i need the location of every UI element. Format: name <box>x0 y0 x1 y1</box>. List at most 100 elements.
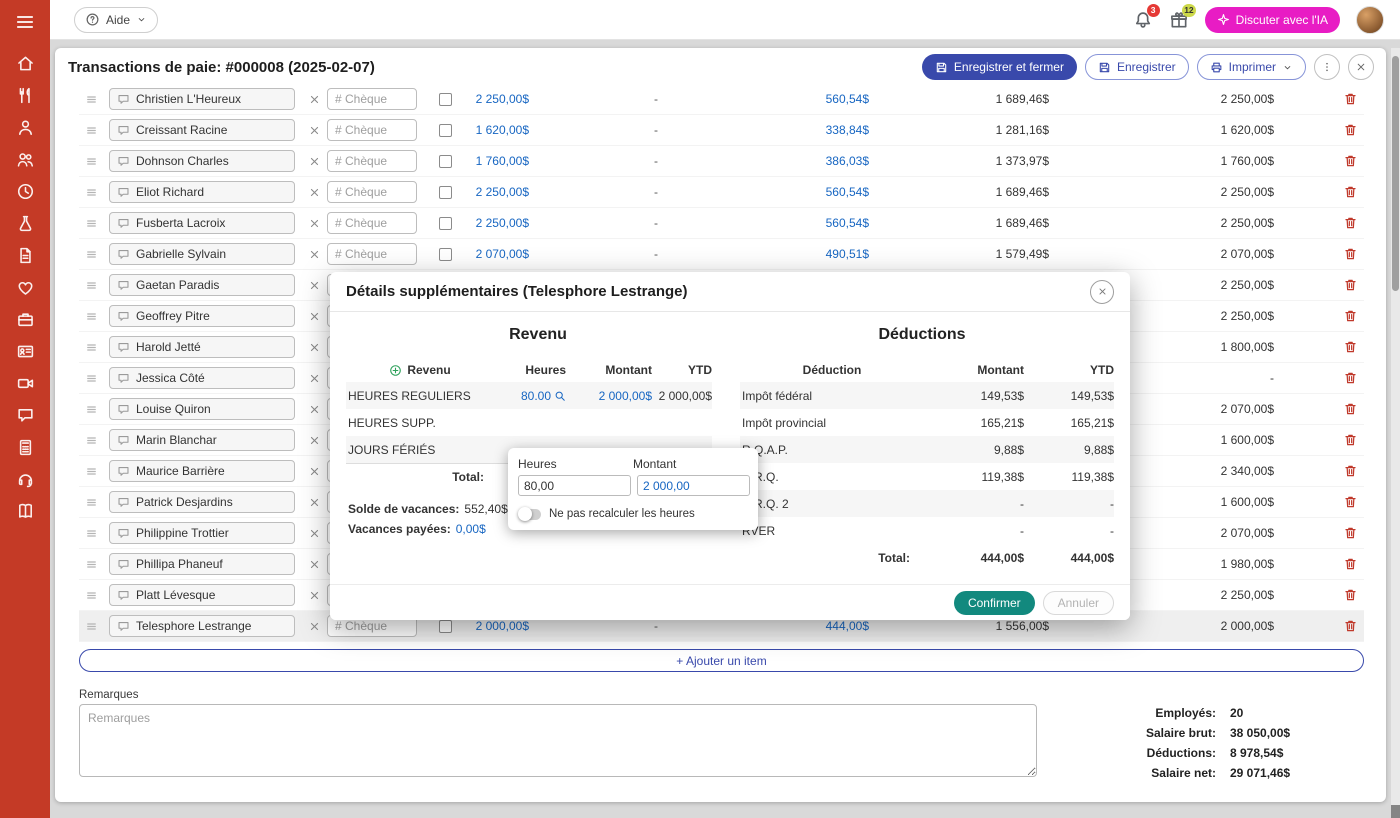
row-checkbox[interactable] <box>439 155 452 168</box>
cheque-number-input[interactable] <box>327 119 417 141</box>
clear-employee-button[interactable] <box>308 217 321 230</box>
drag-handle-icon[interactable] <box>84 557 99 572</box>
employee-name-field[interactable]: Geoffrey Pitre <box>109 305 295 327</box>
delete-row-icon[interactable] <box>1343 618 1358 634</box>
clear-employee-button[interactable] <box>308 372 321 385</box>
delete-row-icon[interactable] <box>1343 370 1358 386</box>
recalc-toggle[interactable] <box>520 509 541 520</box>
delete-row-icon[interactable] <box>1343 215 1358 231</box>
delete-row-icon[interactable] <box>1343 184 1358 200</box>
clear-employee-button[interactable] <box>308 589 321 602</box>
print-button[interactable]: Imprimer <box>1197 54 1306 80</box>
delete-row-icon[interactable] <box>1343 308 1358 324</box>
sidebar-item-heart[interactable] <box>16 278 35 297</box>
drag-handle-icon[interactable] <box>84 402 99 417</box>
more-options-button[interactable] <box>1314 54 1340 80</box>
drag-handle-icon[interactable] <box>84 278 99 293</box>
sidebar-item-calculator[interactable] <box>16 438 35 457</box>
clear-employee-button[interactable] <box>308 620 321 633</box>
sidebar-item-utensils[interactable] <box>16 86 35 105</box>
clear-employee-button[interactable] <box>308 279 321 292</box>
delete-row-icon[interactable] <box>1343 401 1358 417</box>
clear-employee-button[interactable] <box>308 186 321 199</box>
row-checkbox[interactable] <box>439 620 452 633</box>
clear-employee-button[interactable] <box>308 310 321 323</box>
sidebar-item-idcard[interactable] <box>16 342 35 361</box>
sidebar-item-flask[interactable] <box>16 214 35 233</box>
sidebar-item-chat[interactable] <box>16 406 35 425</box>
drag-handle-icon[interactable] <box>84 433 99 448</box>
add-item-button[interactable]: + Ajouter un item <box>79 649 1364 672</box>
drag-handle-icon[interactable] <box>84 464 99 479</box>
modal-close-button[interactable] <box>1090 280 1114 304</box>
vacation-paid-value[interactable]: 0,00$ <box>456 522 486 536</box>
delete-row-icon[interactable] <box>1343 339 1358 355</box>
delete-row-icon[interactable] <box>1343 277 1358 293</box>
employee-name-field[interactable]: Philippine Trottier <box>109 522 295 544</box>
menu-icon[interactable] <box>15 12 35 32</box>
cheque-number-input[interactable] <box>327 88 417 110</box>
sidebar-item-headset[interactable] <box>16 470 35 489</box>
employee-name-field[interactable]: Gaetan Paradis <box>109 274 295 296</box>
employee-name-field[interactable]: Platt Lévesque <box>109 584 295 606</box>
sidebar-item-person[interactable] <box>16 118 35 137</box>
delete-row-icon[interactable] <box>1343 556 1358 572</box>
cheque-number-input[interactable] <box>327 243 417 265</box>
delete-row-icon[interactable] <box>1343 246 1358 262</box>
remarks-textarea[interactable] <box>79 704 1037 777</box>
cheque-number-input[interactable] <box>327 181 417 203</box>
drag-handle-icon[interactable] <box>84 371 99 386</box>
drag-handle-icon[interactable] <box>84 92 99 107</box>
drag-handle-icon[interactable] <box>84 495 99 510</box>
drag-handle-icon[interactable] <box>84 340 99 355</box>
employee-name-field[interactable]: Gabrielle Sylvain <box>109 243 295 265</box>
add-revenue-icon[interactable] <box>389 364 402 377</box>
avatar[interactable] <box>1356 6 1384 34</box>
employee-name-field[interactable]: Fusberta Lacroix <box>109 212 295 234</box>
drag-handle-icon[interactable] <box>84 526 99 541</box>
employee-name-field[interactable]: Maurice Barrière <box>109 460 295 482</box>
employee-name-field[interactable]: Dohnson Charles <box>109 150 295 172</box>
clear-employee-button[interactable] <box>308 496 321 509</box>
row-checkbox[interactable] <box>439 248 452 261</box>
hours-input[interactable] <box>518 475 631 496</box>
vertical-scrollbar[interactable] <box>1391 48 1400 818</box>
delete-row-icon[interactable] <box>1343 153 1358 169</box>
save-button[interactable]: Enregistrer <box>1085 54 1189 80</box>
delete-row-icon[interactable] <box>1343 525 1358 541</box>
drag-handle-icon[interactable] <box>84 619 99 634</box>
sidebar-item-ledger[interactable] <box>16 502 35 521</box>
delete-row-icon[interactable] <box>1343 587 1358 603</box>
drag-handle-icon[interactable] <box>84 309 99 324</box>
help-button[interactable]: Aide <box>74 7 158 33</box>
cancel-button[interactable]: Annuler <box>1043 591 1114 615</box>
employee-name-field[interactable]: Eliot Richard <box>109 181 295 203</box>
delete-row-icon[interactable] <box>1343 122 1358 138</box>
employee-name-field[interactable]: Louise Quiron <box>109 398 295 420</box>
employee-name-field[interactable]: Creissant Racine <box>109 119 295 141</box>
clear-employee-button[interactable] <box>308 527 321 540</box>
cheque-number-input[interactable] <box>327 212 417 234</box>
clear-employee-button[interactable] <box>308 558 321 571</box>
sidebar-item-camera[interactable] <box>16 374 35 393</box>
clear-employee-button[interactable] <box>308 155 321 168</box>
sidebar-item-people[interactable] <box>16 150 35 169</box>
clear-employee-button[interactable] <box>308 93 321 106</box>
employee-name-field[interactable]: Telesphore Lestrange <box>109 615 295 637</box>
clear-employee-button[interactable] <box>308 434 321 447</box>
clear-employee-button[interactable] <box>308 124 321 137</box>
employee-name-field[interactable]: Patrick Desjardins <box>109 491 295 513</box>
save-close-button[interactable]: Enregistrer et fermer <box>922 54 1077 80</box>
employee-name-field[interactable]: Christien L'Heureux <box>109 88 295 110</box>
drag-handle-icon[interactable] <box>84 588 99 603</box>
clear-employee-button[interactable] <box>308 341 321 354</box>
sidebar-item-briefcase[interactable] <box>16 310 35 329</box>
employee-name-field[interactable]: Marin Blanchar <box>109 429 295 451</box>
employee-name-field[interactable]: Harold Jetté <box>109 336 295 358</box>
drag-handle-icon[interactable] <box>84 216 99 231</box>
delete-row-icon[interactable] <box>1343 432 1358 448</box>
notifications-button[interactable]: 3 <box>1133 10 1153 30</box>
confirm-button[interactable]: Confirmer <box>954 591 1035 615</box>
scrollbar-thumb[interactable] <box>1392 56 1399 291</box>
clear-employee-button[interactable] <box>308 465 321 478</box>
